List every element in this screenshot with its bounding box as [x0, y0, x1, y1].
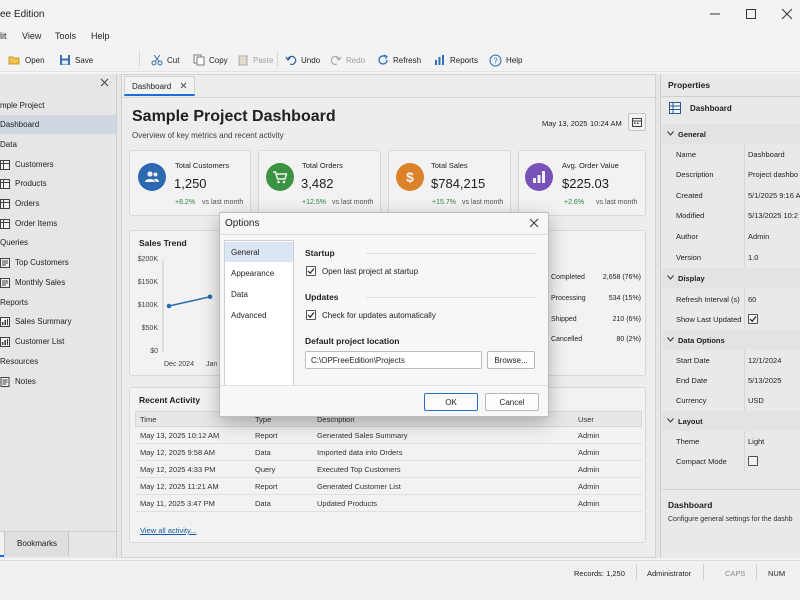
updates-header: Updates: [305, 292, 339, 302]
save-label: Save: [75, 55, 94, 65]
cancel-button[interactable]: Cancel: [485, 393, 539, 411]
divider: [756, 564, 757, 580]
help-icon: ?: [489, 54, 502, 66]
nav-label: Data: [231, 290, 248, 299]
paste-icon: [238, 55, 248, 66]
menu-view[interactable]: View: [22, 31, 41, 41]
svg-text:?: ?: [493, 56, 498, 65]
divider: [220, 234, 548, 235]
cancel-label: Cancel: [499, 397, 525, 407]
refresh-icon: [378, 54, 388, 65]
copy-label: Copy: [209, 55, 228, 65]
current-user: Administrator: [647, 569, 692, 578]
checkmark-icon: [307, 312, 315, 319]
checkmark-icon: [307, 268, 315, 275]
nav-label: Appearance: [231, 269, 275, 278]
menu-bar: [0, 28, 800, 46]
undo-icon: [285, 55, 297, 65]
paste-label: Paste: [253, 55, 274, 65]
open-last-label[interactable]: Open last project at startup: [322, 267, 418, 276]
undo-button[interactable]: Undo: [285, 51, 320, 69]
redo-label: Redo: [346, 55, 366, 65]
browse-button[interactable]: Browse...: [487, 351, 535, 369]
ok-label: OK: [445, 397, 457, 407]
num-indicator: NUM: [768, 569, 786, 578]
reports-label: Reports: [450, 55, 479, 65]
close-window-button[interactable]: [776, 4, 798, 24]
toolbar-separator: [139, 51, 140, 67]
folder-open-icon: [8, 56, 20, 65]
divider: [366, 253, 536, 254]
maximize-icon: [746, 9, 756, 19]
redo-icon: [330, 55, 342, 65]
divider: [220, 385, 548, 386]
status-bar: [0, 560, 800, 600]
menu-edit[interactable]: lit: [0, 31, 7, 41]
close-icon: [781, 8, 793, 20]
open-last-checkbox[interactable]: [306, 266, 316, 276]
redo-button[interactable]: Redo: [330, 51, 365, 69]
help-button[interactable]: ? Help: [489, 51, 522, 69]
undo-label: Undo: [301, 55, 321, 65]
copy-icon: [193, 54, 205, 66]
minimize-icon: [710, 13, 720, 15]
startup-header: Startup: [305, 248, 335, 258]
cut-button[interactable]: Cut: [151, 51, 179, 69]
divider: [366, 297, 536, 298]
window-title: ee Edition: [0, 9, 45, 20]
save-button[interactable]: Save: [59, 51, 93, 69]
paste-button[interactable]: Paste: [237, 51, 273, 69]
check-updates-checkbox[interactable]: [306, 310, 316, 320]
nav-label: General: [231, 248, 260, 257]
close-icon: [529, 218, 539, 228]
refresh-button[interactable]: Refresh: [377, 51, 421, 69]
open-label: Open: [25, 55, 45, 65]
dialog-close-button[interactable]: [529, 218, 539, 228]
cut-label: Cut: [167, 55, 180, 65]
menu-tools[interactable]: Tools: [55, 31, 76, 41]
check-updates-label[interactable]: Check for updates automatically: [322, 311, 436, 320]
title-bar: [0, 0, 800, 28]
maximize-button[interactable]: [740, 4, 762, 24]
dialog-title: Options: [225, 218, 260, 229]
browse-label: Browse...: [494, 355, 528, 365]
reports-button[interactable]: Reports: [434, 51, 478, 69]
caps-indicator: CAPS: [725, 569, 746, 578]
nav-label: Advanced: [231, 311, 267, 320]
project-location-value: C:\OPFreeEdition\Projects: [311, 356, 405, 365]
default-location-header: Default project location: [305, 336, 400, 346]
menu-help[interactable]: Help: [91, 31, 110, 41]
records-count: Records: 1,250: [574, 569, 625, 578]
refresh-label: Refresh: [393, 55, 422, 65]
open-button[interactable]: Open: [8, 51, 45, 69]
help-label: Help: [506, 55, 523, 65]
toolbar-separator: [277, 51, 278, 67]
ok-button[interactable]: OK: [424, 393, 478, 411]
divider: [703, 564, 704, 580]
minimize-button[interactable]: [704, 4, 726, 24]
scissors-icon: [151, 54, 163, 66]
save-icon: [60, 55, 70, 65]
copy-button[interactable]: Copy: [193, 51, 228, 69]
divider: [636, 564, 637, 580]
bar-chart-icon: [435, 55, 444, 65]
